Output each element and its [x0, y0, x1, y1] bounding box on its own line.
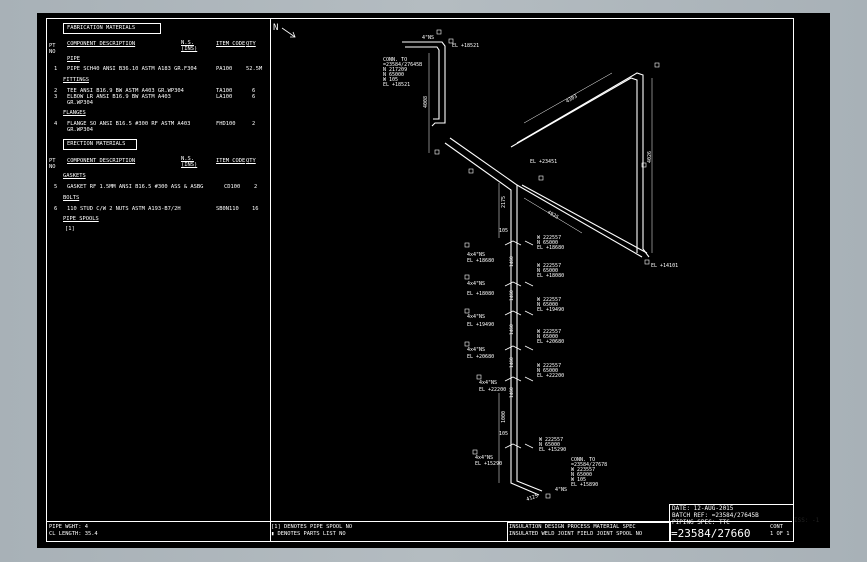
- svg-text:1460: 1460: [509, 256, 515, 267]
- dim-right: 4026: [647, 151, 653, 163]
- dim-top: 4303: [565, 94, 578, 105]
- north-label: N: [273, 23, 278, 33]
- svg-text:1460: 1460: [509, 357, 515, 368]
- svg-text:1460: 1460: [509, 324, 515, 335]
- svg-text:EL +20680: EL +20680: [537, 339, 564, 345]
- svg-text:EL +15290: EL +15290: [475, 461, 502, 467]
- drawing-sheet: PT NO FABRICATION MATERIALS COMPONENT DE…: [37, 13, 830, 548]
- dim-left: 4008: [423, 96, 429, 108]
- el-mid: EL +23451: [530, 159, 557, 165]
- branch-tees: [504, 240, 534, 449]
- north-arrow: [281, 27, 296, 38]
- svg-text:EL +18080: EL +18080: [537, 273, 564, 279]
- branch-2: 4x4"NS EL +18080 W 222557 N 65000 EL +18…: [467, 263, 564, 301]
- svg-text:EL +22200: EL +22200: [537, 373, 564, 379]
- svg-text:4x4"NS: 4x4"NS: [467, 314, 485, 320]
- svg-text:EL +18680: EL +18680: [467, 258, 494, 264]
- conn-top: CONN. TO =23584/27645B N 217209 N 65000 W 10…: [383, 57, 422, 88]
- ns-bottom: 4"NS: [555, 487, 567, 493]
- branch-6: 105 4x4"NS EL +15290 W 222557 N 65000 EL…: [475, 431, 566, 467]
- el-right: EL +14101: [651, 263, 678, 269]
- pipe-route: [402, 41, 650, 496]
- svg-text:1460: 1460: [509, 290, 515, 301]
- dim-bottom: 4125: [526, 493, 539, 503]
- svg-text:4x4"NS: 4x4"NS: [479, 380, 497, 386]
- svg-text:1460: 1460: [509, 387, 515, 398]
- svg-text:EL +19490: EL +19490: [467, 322, 494, 328]
- dim-105: 105: [499, 228, 508, 234]
- svg-text:EL +15290: EL +15290: [539, 447, 566, 453]
- isometric-drawing: N EL +18521 4"NS CONN. TO =23584/27645B …: [273, 23, 678, 503]
- svg-text:4x4"NS: 4x4"NS: [467, 347, 485, 353]
- dim-vertical: 2175: [501, 196, 507, 208]
- svg-text:EL +22200: EL +22200: [479, 387, 506, 393]
- dim-diag: 4925: [546, 210, 559, 221]
- svg-text:EL +19490: EL +19490: [537, 307, 564, 313]
- dim-bottom-vertical: 1000: [501, 411, 507, 423]
- el-top: EL +18521: [452, 43, 479, 49]
- svg-text:EL +20680: EL +20680: [467, 354, 494, 360]
- ns-top: 4"NS: [422, 35, 434, 41]
- svg-text:EL +18080: EL +18080: [467, 291, 494, 297]
- branch-5: 4x4"NS EL +22200 W 222557 N 65000 EL +22…: [479, 363, 564, 398]
- svg-text:105: 105: [499, 431, 508, 437]
- svg-text:EL +18680: EL +18680: [537, 245, 564, 251]
- svg-text:4x4"NS: 4x4"NS: [467, 281, 485, 287]
- conn-bottom: CONN. TO =23584/27678 W 223557 N 65000 W 105…: [571, 457, 607, 488]
